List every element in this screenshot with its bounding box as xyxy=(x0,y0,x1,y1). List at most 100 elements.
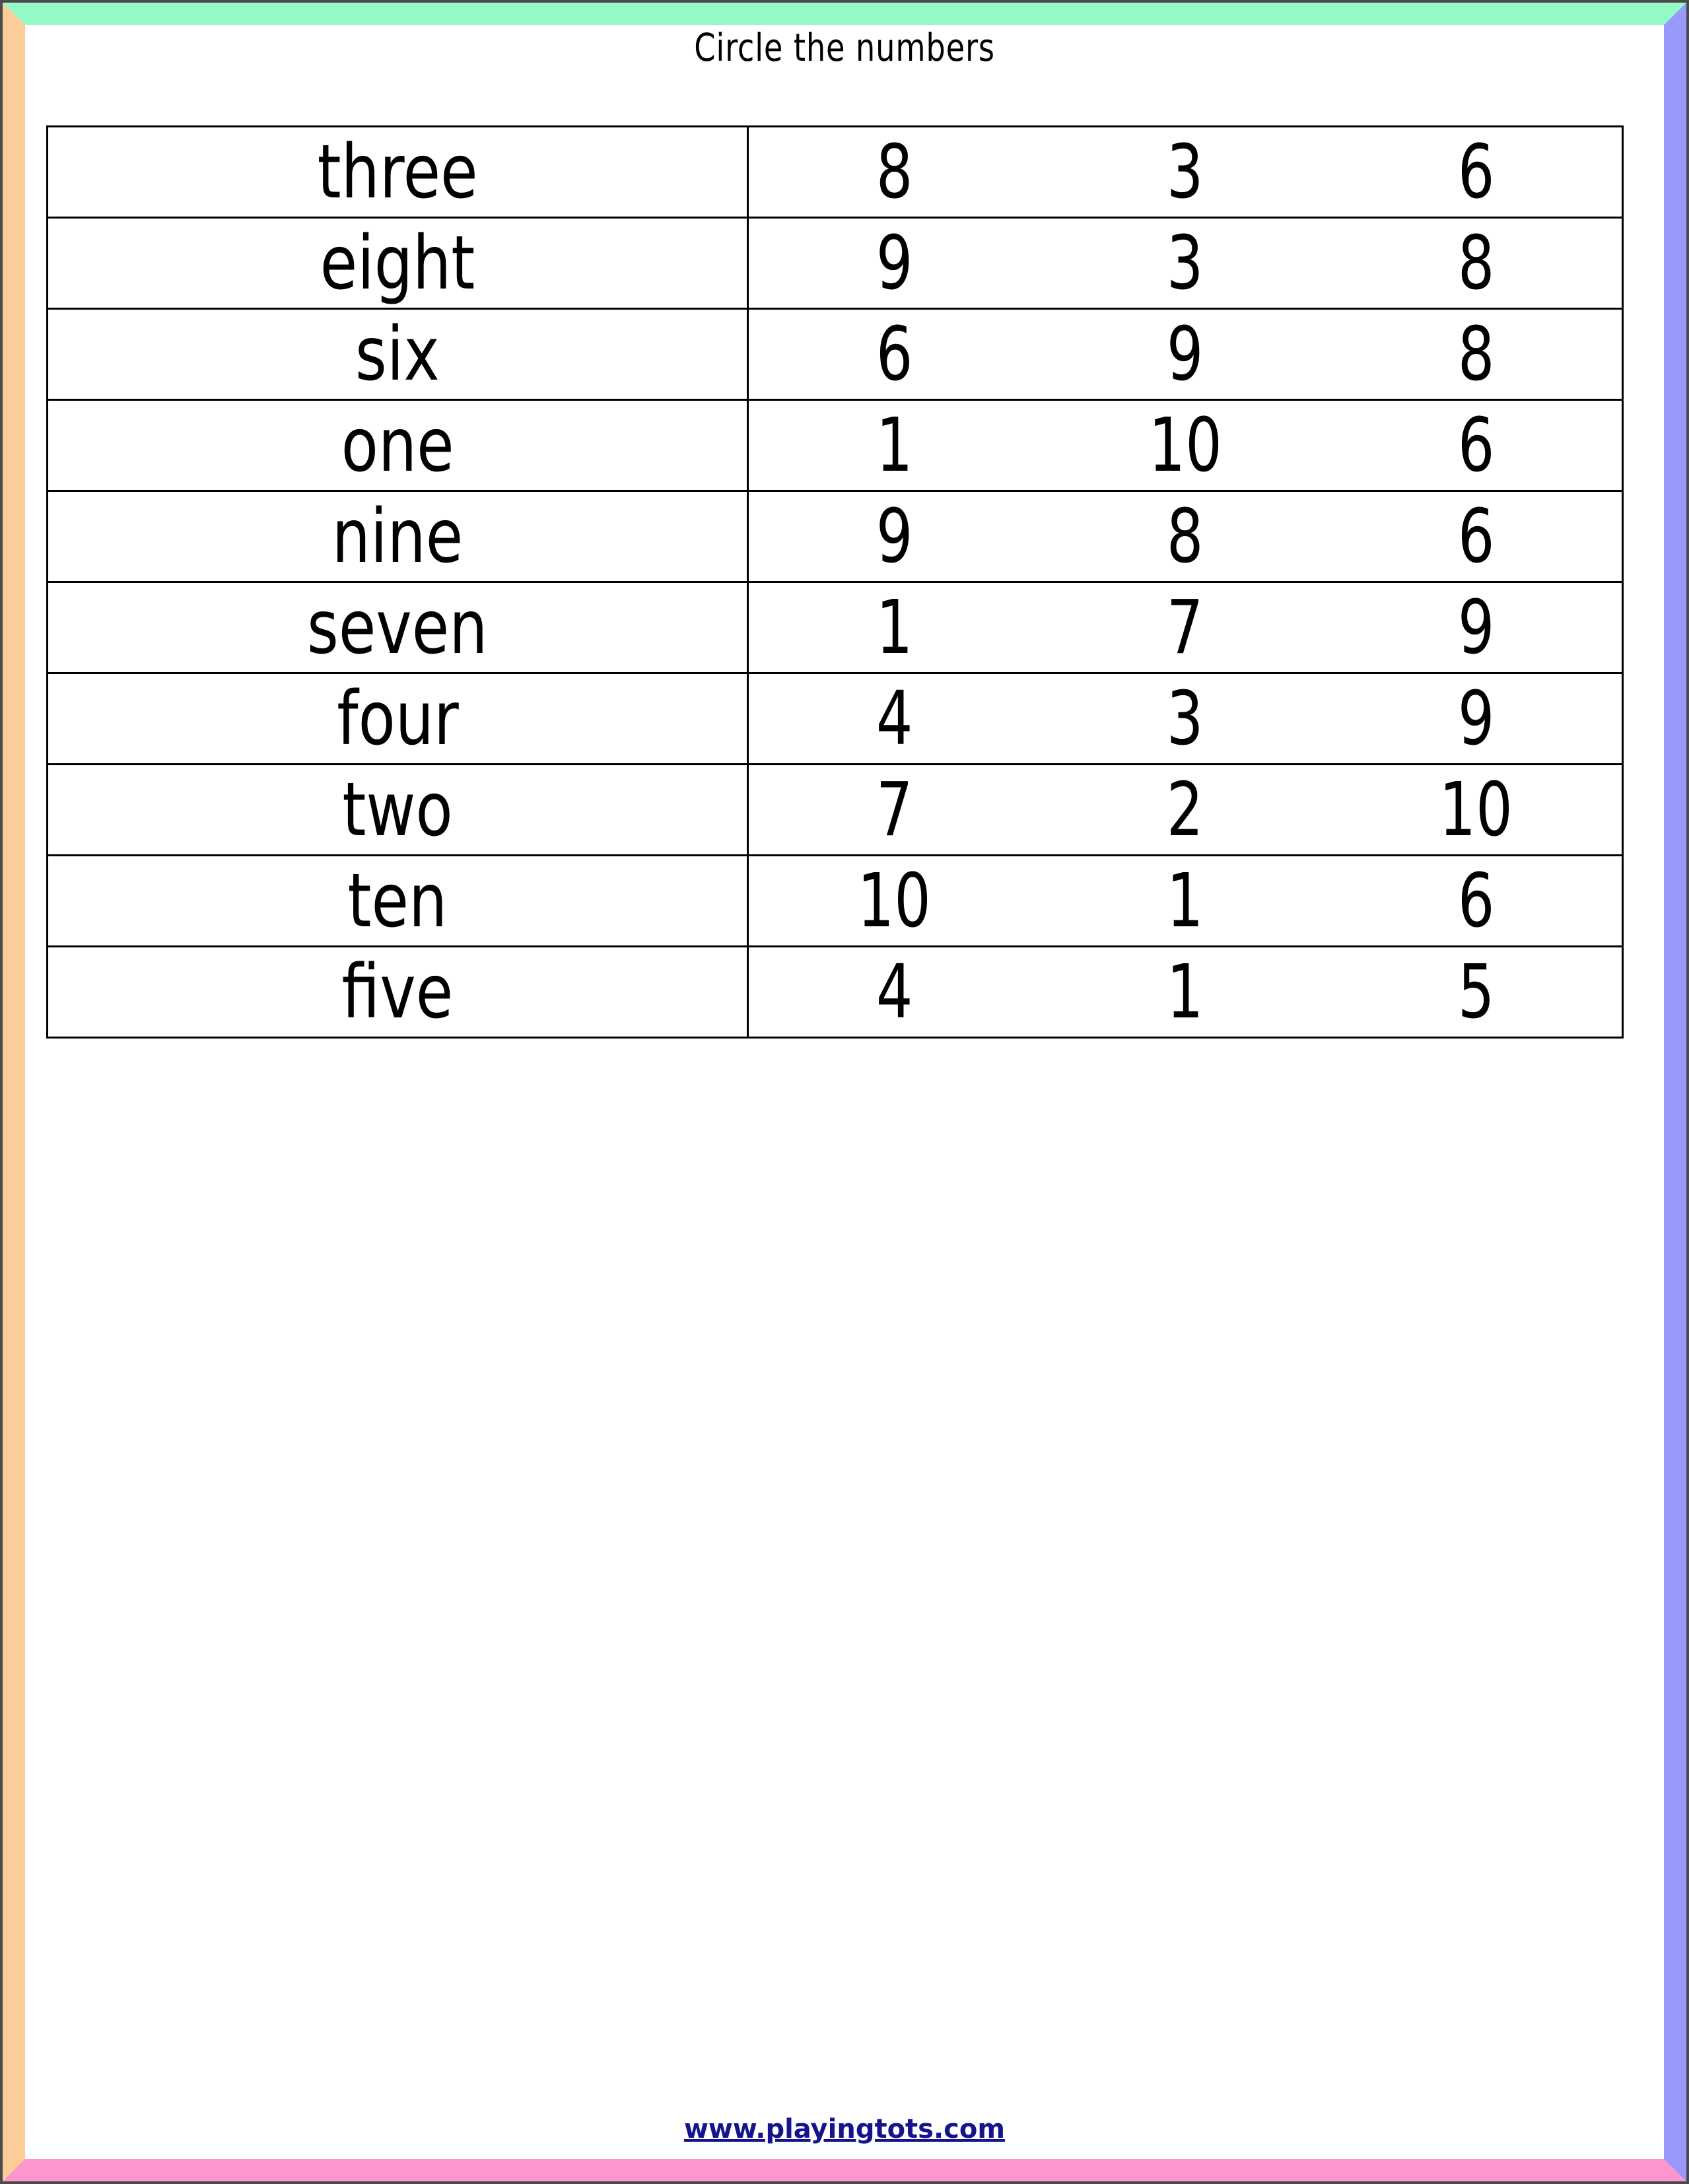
number-choice-label: 9 xyxy=(1457,675,1495,762)
number-choice[interactable]: 3 xyxy=(1040,682,1331,756)
number-choice-label: 1 xyxy=(1167,949,1204,1035)
website-link[interactable]: www.playingtots.com xyxy=(684,2114,1005,2144)
number-word-label: one xyxy=(341,402,454,489)
table-row: ten 10 1 6 xyxy=(46,854,1624,947)
number-choice[interactable]: 7 xyxy=(749,773,1040,847)
number-choice-label: 8 xyxy=(1457,311,1495,397)
number-choice[interactable]: 2 xyxy=(1040,773,1331,847)
number-choice[interactable]: 6 xyxy=(1330,135,1622,209)
number-word-cell: three xyxy=(46,125,749,219)
table-row: six 6 9 8 xyxy=(46,308,1624,401)
number-choice-label: 7 xyxy=(1167,584,1204,671)
number-choice-label: 6 xyxy=(1457,129,1495,215)
number-choice[interactable]: 9 xyxy=(749,500,1040,574)
number-choice-label: 9 xyxy=(876,220,913,306)
number-choice[interactable]: 1 xyxy=(749,591,1040,665)
number-choices-cell: 986 xyxy=(747,490,1624,583)
number-choice[interactable]: 3 xyxy=(1040,226,1331,300)
number-choice-label: 1 xyxy=(876,402,913,489)
number-choice-label: 6 xyxy=(1457,858,1495,944)
number-choice-label: 8 xyxy=(1167,493,1204,580)
number-choice[interactable]: 6 xyxy=(749,318,1040,392)
table-row: nine 9 8 6 xyxy=(46,490,1624,583)
table-row: seven 1 7 9 xyxy=(46,581,1624,674)
number-choice-label: 10 xyxy=(1439,767,1513,853)
number-choices-group: 7 2 10 xyxy=(749,765,1622,854)
number-word-cell: ten xyxy=(46,854,749,947)
number-choices-group: 439 xyxy=(749,674,1622,763)
number-choice[interactable]: 4 xyxy=(749,682,1040,756)
number-word-label: eight xyxy=(320,220,475,306)
number-choice-label: 5 xyxy=(1457,949,1495,1035)
number-choices-group: 836 xyxy=(749,127,1622,217)
number-word-label: four xyxy=(336,675,459,762)
number-choices-cell: 938 xyxy=(747,217,1624,310)
number-word-label: three xyxy=(317,129,478,215)
worksheet-content: Circle the numbers three 8 3 6 eight 9 3 8 six 6 9… xyxy=(25,25,1664,2159)
page-title: Circle the numbers xyxy=(694,25,995,70)
number-choice-label: 9 xyxy=(876,493,913,580)
number-choice-label: 8 xyxy=(876,129,913,215)
number-choice-label: 3 xyxy=(1167,129,1204,215)
number-choice[interactable]: 6 xyxy=(1330,864,1622,938)
number-choice[interactable]: 6 xyxy=(1330,409,1622,483)
number-choice[interactable]: 8 xyxy=(1330,226,1622,300)
number-choice[interactable]: 6 xyxy=(1330,500,1622,574)
number-choice[interactable]: 1 xyxy=(1040,955,1331,1029)
table-row: eight 9 3 8 xyxy=(46,217,1624,310)
table-row: three 8 3 6 xyxy=(46,125,1624,219)
number-choice-label: 9 xyxy=(1167,311,1204,397)
number-choice[interactable]: 9 xyxy=(1040,318,1331,392)
number-choice[interactable]: 9 xyxy=(1330,591,1622,665)
number-word-cell: five xyxy=(46,945,749,1039)
number-choice-label: 6 xyxy=(1457,493,1495,580)
number-choices-group: 698 xyxy=(749,310,1622,399)
number-choice[interactable]: 10 xyxy=(1040,409,1331,483)
number-choices-cell: 439 xyxy=(747,672,1624,765)
table-row: five 4 1 5 xyxy=(46,945,1624,1039)
number-choice-label: 1 xyxy=(1167,858,1204,944)
numbers-table: three 8 3 6 eight 9 3 8 six 6 9 8 one 1 10 6 nine 9 8 6 seve… xyxy=(46,125,1624,1039)
number-choice-label: 2 xyxy=(1167,767,1204,853)
number-word-label: seven xyxy=(307,584,488,671)
number-choice[interactable]: 9 xyxy=(749,226,1040,300)
number-choices-cell: 7 2 10 xyxy=(747,763,1624,856)
number-word-cell: seven xyxy=(46,581,749,674)
number-choice[interactable]: 10 xyxy=(749,864,1040,938)
number-choice[interactable]: 1 xyxy=(1040,864,1331,938)
number-choice-label: 3 xyxy=(1167,220,1204,306)
number-choice[interactable]: 8 xyxy=(1330,318,1622,392)
number-choices-group: 986 xyxy=(749,492,1622,581)
number-word-label: six xyxy=(355,311,440,397)
worksheet-page: Circle the numbers three 8 3 6 eight 9 3 8 six 6 9… xyxy=(0,0,1689,2184)
number-choice-label: 7 xyxy=(876,767,913,853)
number-choice[interactable]: 1 xyxy=(749,409,1040,483)
number-choice[interactable]: 7 xyxy=(1040,591,1331,665)
number-choice-label: 8 xyxy=(1457,220,1495,306)
number-choice[interactable]: 8 xyxy=(1040,500,1331,574)
number-choice[interactable]: 5 xyxy=(1330,955,1622,1029)
table-row: four 4 3 9 xyxy=(46,672,1624,765)
number-choices-group: 179 xyxy=(749,583,1622,672)
footer: www.playingtots.com xyxy=(25,2114,1664,2144)
number-word-label: five xyxy=(341,949,454,1035)
number-word-label: two xyxy=(342,767,453,853)
number-choices-cell: 698 xyxy=(747,308,1624,401)
number-choice[interactable]: 9 xyxy=(1330,682,1622,756)
number-word-cell: four xyxy=(46,672,749,765)
number-word-cell: two xyxy=(46,763,749,856)
number-choice[interactable]: 10 xyxy=(1330,773,1622,847)
number-choices-cell: 836 xyxy=(747,125,1624,219)
number-choice[interactable]: 3 xyxy=(1040,135,1331,209)
number-choices-group: 938 xyxy=(749,219,1622,308)
number-choice[interactable]: 8 xyxy=(749,135,1040,209)
numbers-table-body: three 8 3 6 eight 9 3 8 six 6 9 8 one 1 10 6 nine 9 8 6 seve… xyxy=(46,125,1624,1039)
number-choice[interactable]: 4 xyxy=(749,955,1040,1029)
number-word-cell: eight xyxy=(46,217,749,310)
number-choice-label: 10 xyxy=(857,858,931,944)
number-choices-cell: 415 xyxy=(747,945,1624,1039)
number-choice-label: 4 xyxy=(876,949,913,1035)
table-row: one 1 10 6 xyxy=(46,399,1624,492)
number-word-cell: one xyxy=(46,399,749,492)
number-word-cell: nine xyxy=(46,490,749,583)
